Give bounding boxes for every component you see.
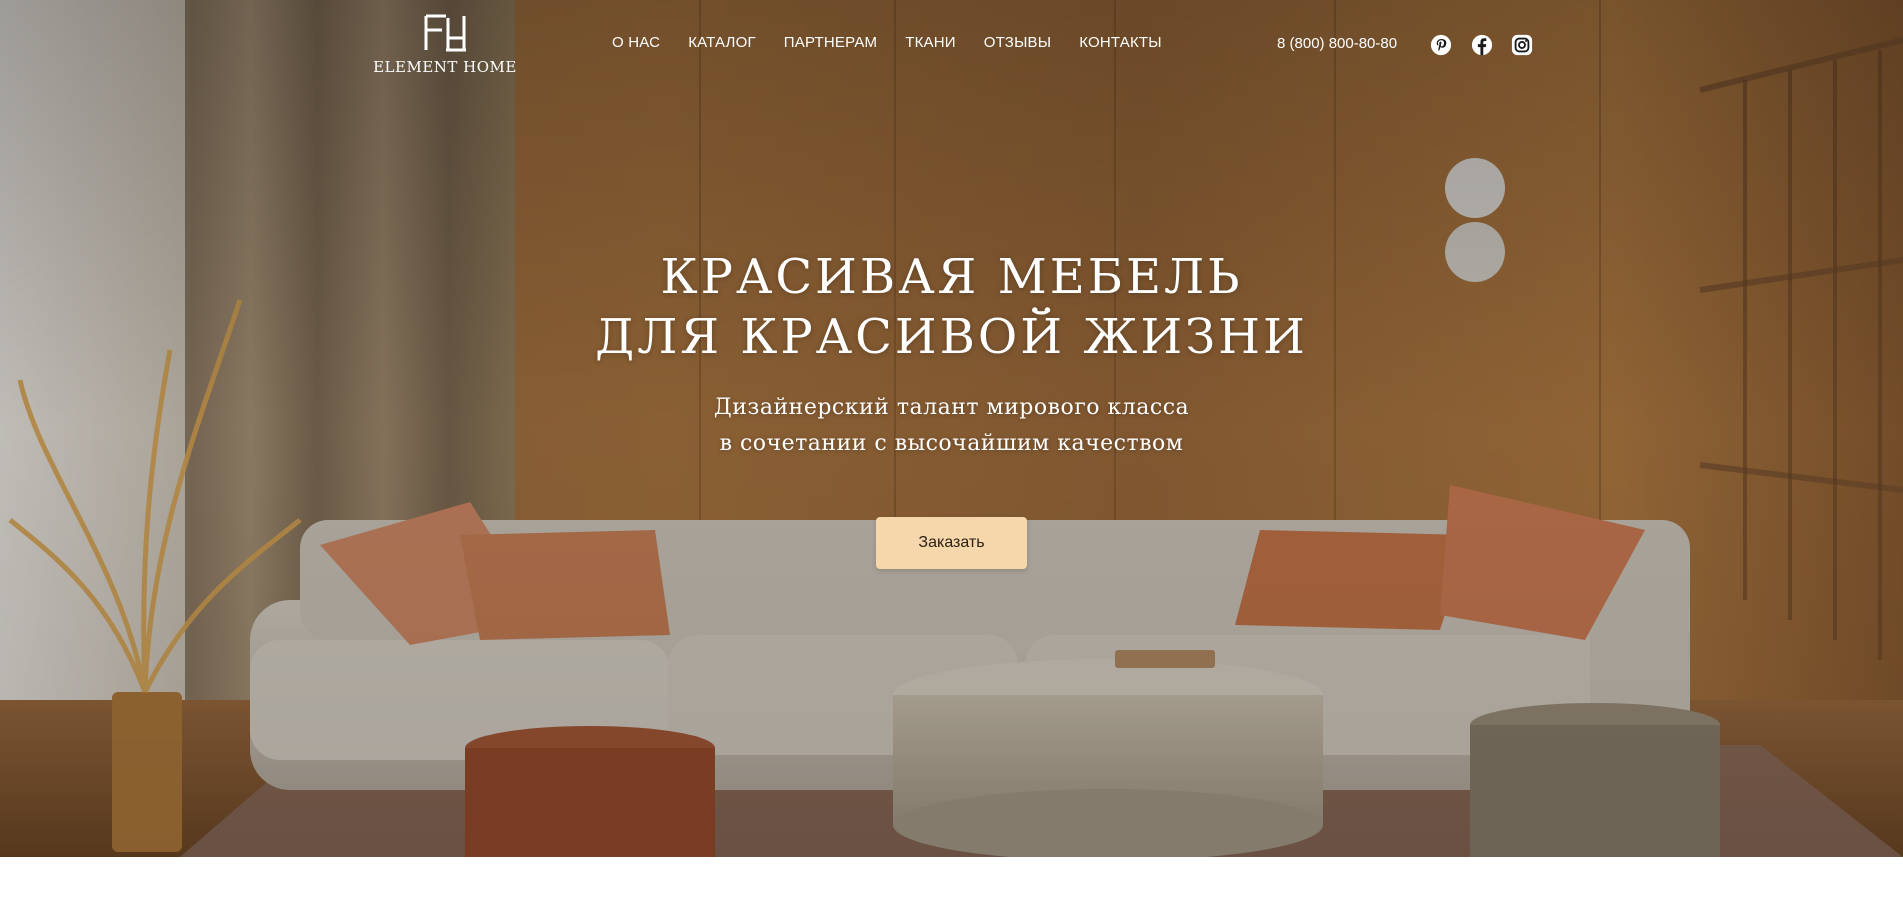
fh-monogram-icon xyxy=(424,14,466,52)
main-nav: О НАС КАТАЛОГ ПАРТНЕРАМ ТКАНИ ОТЗЫВЫ КОН… xyxy=(612,34,1190,58)
hero-section: ELEMENT HOME О НАС КАТАЛОГ ПАРТНЕРАМ ТКА… xyxy=(0,0,1903,857)
hero-title-line-2: ДЛЯ КРАСИВОЙ ЖИЗНИ xyxy=(595,309,1308,365)
brand-name: ELEMENT HOME xyxy=(373,58,517,76)
order-button[interactable]: Заказать xyxy=(876,517,1027,569)
hero-subtitle: Дизайнерский талант мирового класса в со… xyxy=(450,390,1453,462)
logo-link[interactable]: ELEMENT HOME xyxy=(370,14,520,80)
hero-title: КРАСИВАЯ МЕБЕЛЬ ДЛЯ КРАСИВОЙ ЖИЗНИ xyxy=(400,247,1503,367)
instagram-icon xyxy=(1511,34,1533,56)
instagram-link[interactable] xyxy=(1511,34,1533,56)
hero-subtitle-line-1: Дизайнерский талант мирового класса xyxy=(713,395,1190,420)
site-header: ELEMENT HOME О НАС КАТАЛОГ ПАРТНЕРАМ ТКА… xyxy=(0,0,1903,95)
hero-title-line-1: КРАСИВАЯ МЕБЕЛЬ xyxy=(660,249,1243,305)
nav-item-fabrics[interactable]: ТКАНИ xyxy=(905,34,956,58)
facebook-link[interactable] xyxy=(1471,34,1493,56)
phone-link[interactable]: 8 (800) 800-80-80 xyxy=(1277,35,1397,52)
nav-item-reviews[interactable]: ОТЗЫВЫ xyxy=(984,34,1051,58)
facebook-icon xyxy=(1471,34,1493,56)
nav-item-partners[interactable]: ПАРТНЕРАМ xyxy=(784,34,877,58)
hero-subtitle-line-2: в сочетании с высочайшим качеством xyxy=(719,431,1184,456)
pinterest-icon xyxy=(1430,34,1452,56)
nav-item-catalog[interactable]: КАТАЛОГ xyxy=(688,34,756,58)
pinterest-link[interactable] xyxy=(1430,34,1452,56)
nav-item-about[interactable]: О НАС xyxy=(612,34,660,58)
nav-item-contacts[interactable]: КОНТАКТЫ xyxy=(1079,34,1162,58)
